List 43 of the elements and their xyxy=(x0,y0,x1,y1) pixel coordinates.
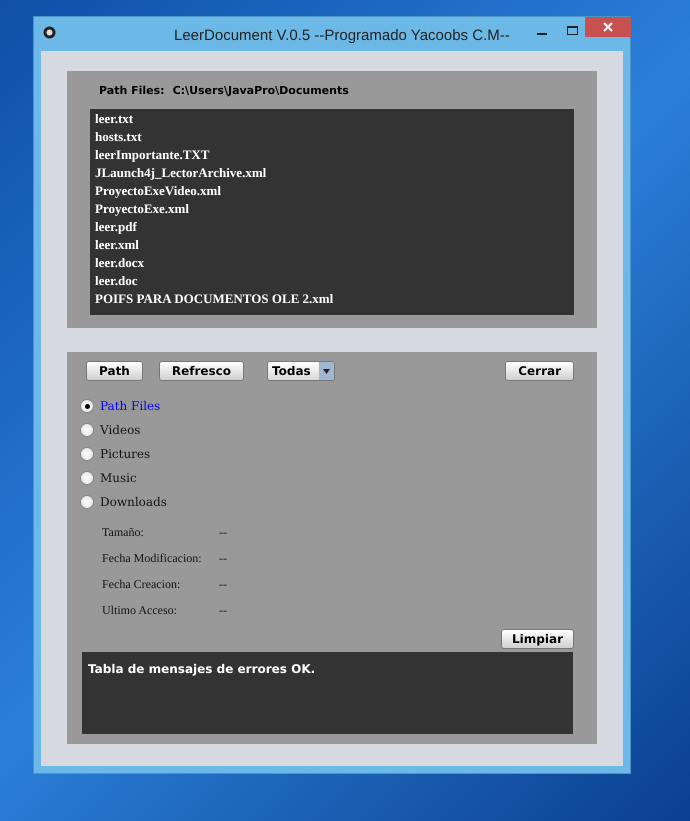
radio-label[interactable]: Videos xyxy=(100,421,140,439)
file-item[interactable]: leer.doc xyxy=(95,272,138,290)
radio-button[interactable] xyxy=(80,471,94,485)
radio-label[interactable]: Downloads xyxy=(100,493,167,511)
radio-button[interactable] xyxy=(80,447,94,461)
detail-label: Fecha Modificacion: xyxy=(102,550,203,567)
minimize-icon[interactable] xyxy=(537,33,547,36)
clear-button[interactable]: Limpiar xyxy=(501,629,574,649)
window-close-button[interactable] xyxy=(585,17,631,37)
radio-label[interactable]: Pictures xyxy=(100,445,150,463)
message-text: Tabla de mensajes de errores OK. xyxy=(88,662,316,676)
detail-value: -- xyxy=(219,524,227,541)
file-item[interactable]: JLaunch4j_LectorArchive.xml xyxy=(95,164,266,182)
detail-value: -- xyxy=(219,576,227,593)
close-icon xyxy=(603,22,613,32)
file-item[interactable]: POIFS PARA DOCUMENTOS OLE 2.xml xyxy=(95,290,334,308)
file-item[interactable]: leer.txt xyxy=(95,110,134,128)
radio-button[interactable] xyxy=(80,423,94,437)
app-icon xyxy=(43,26,56,39)
toolbar-button[interactable]: Refresco xyxy=(158,361,244,381)
file-item[interactable]: leer.pdf xyxy=(95,218,137,236)
radio-label[interactable]: Music xyxy=(100,469,137,487)
file-item[interactable]: leer.xml xyxy=(95,236,139,254)
radio-button[interactable] xyxy=(80,399,94,413)
file-item[interactable]: ProyectoExe.xml xyxy=(95,200,189,218)
detail-label: Tamaño: xyxy=(102,524,145,541)
detail-label: Ultimo Acceso: xyxy=(102,602,178,619)
file-item[interactable]: hosts.txt xyxy=(95,128,142,146)
detail-label: Fecha Creacion: xyxy=(102,576,182,593)
path-value: C:\Users\JavaPro\Documents xyxy=(172,82,349,99)
file-item[interactable]: leer.docx xyxy=(95,254,144,272)
detail-value: -- xyxy=(219,550,227,567)
filter-dropdown[interactable]: Todas xyxy=(267,361,336,381)
path-label: Path Files: xyxy=(99,82,165,99)
radio-button[interactable] xyxy=(80,495,94,509)
file-item[interactable]: ProyectoExeVideo.xml xyxy=(95,182,221,200)
file-item[interactable]: leerImportante.TXT xyxy=(95,146,210,164)
window-title: LeerDocument V.0.5 --Programado Yacoobs C.M-- xyxy=(174,26,510,46)
detail-value: -- xyxy=(219,602,227,619)
close-button[interactable]: Cerrar xyxy=(505,361,574,381)
toolbar-button[interactable]: Path xyxy=(86,361,143,381)
maximize-icon[interactable] xyxy=(567,26,578,35)
filter-value: Todas xyxy=(271,363,312,380)
